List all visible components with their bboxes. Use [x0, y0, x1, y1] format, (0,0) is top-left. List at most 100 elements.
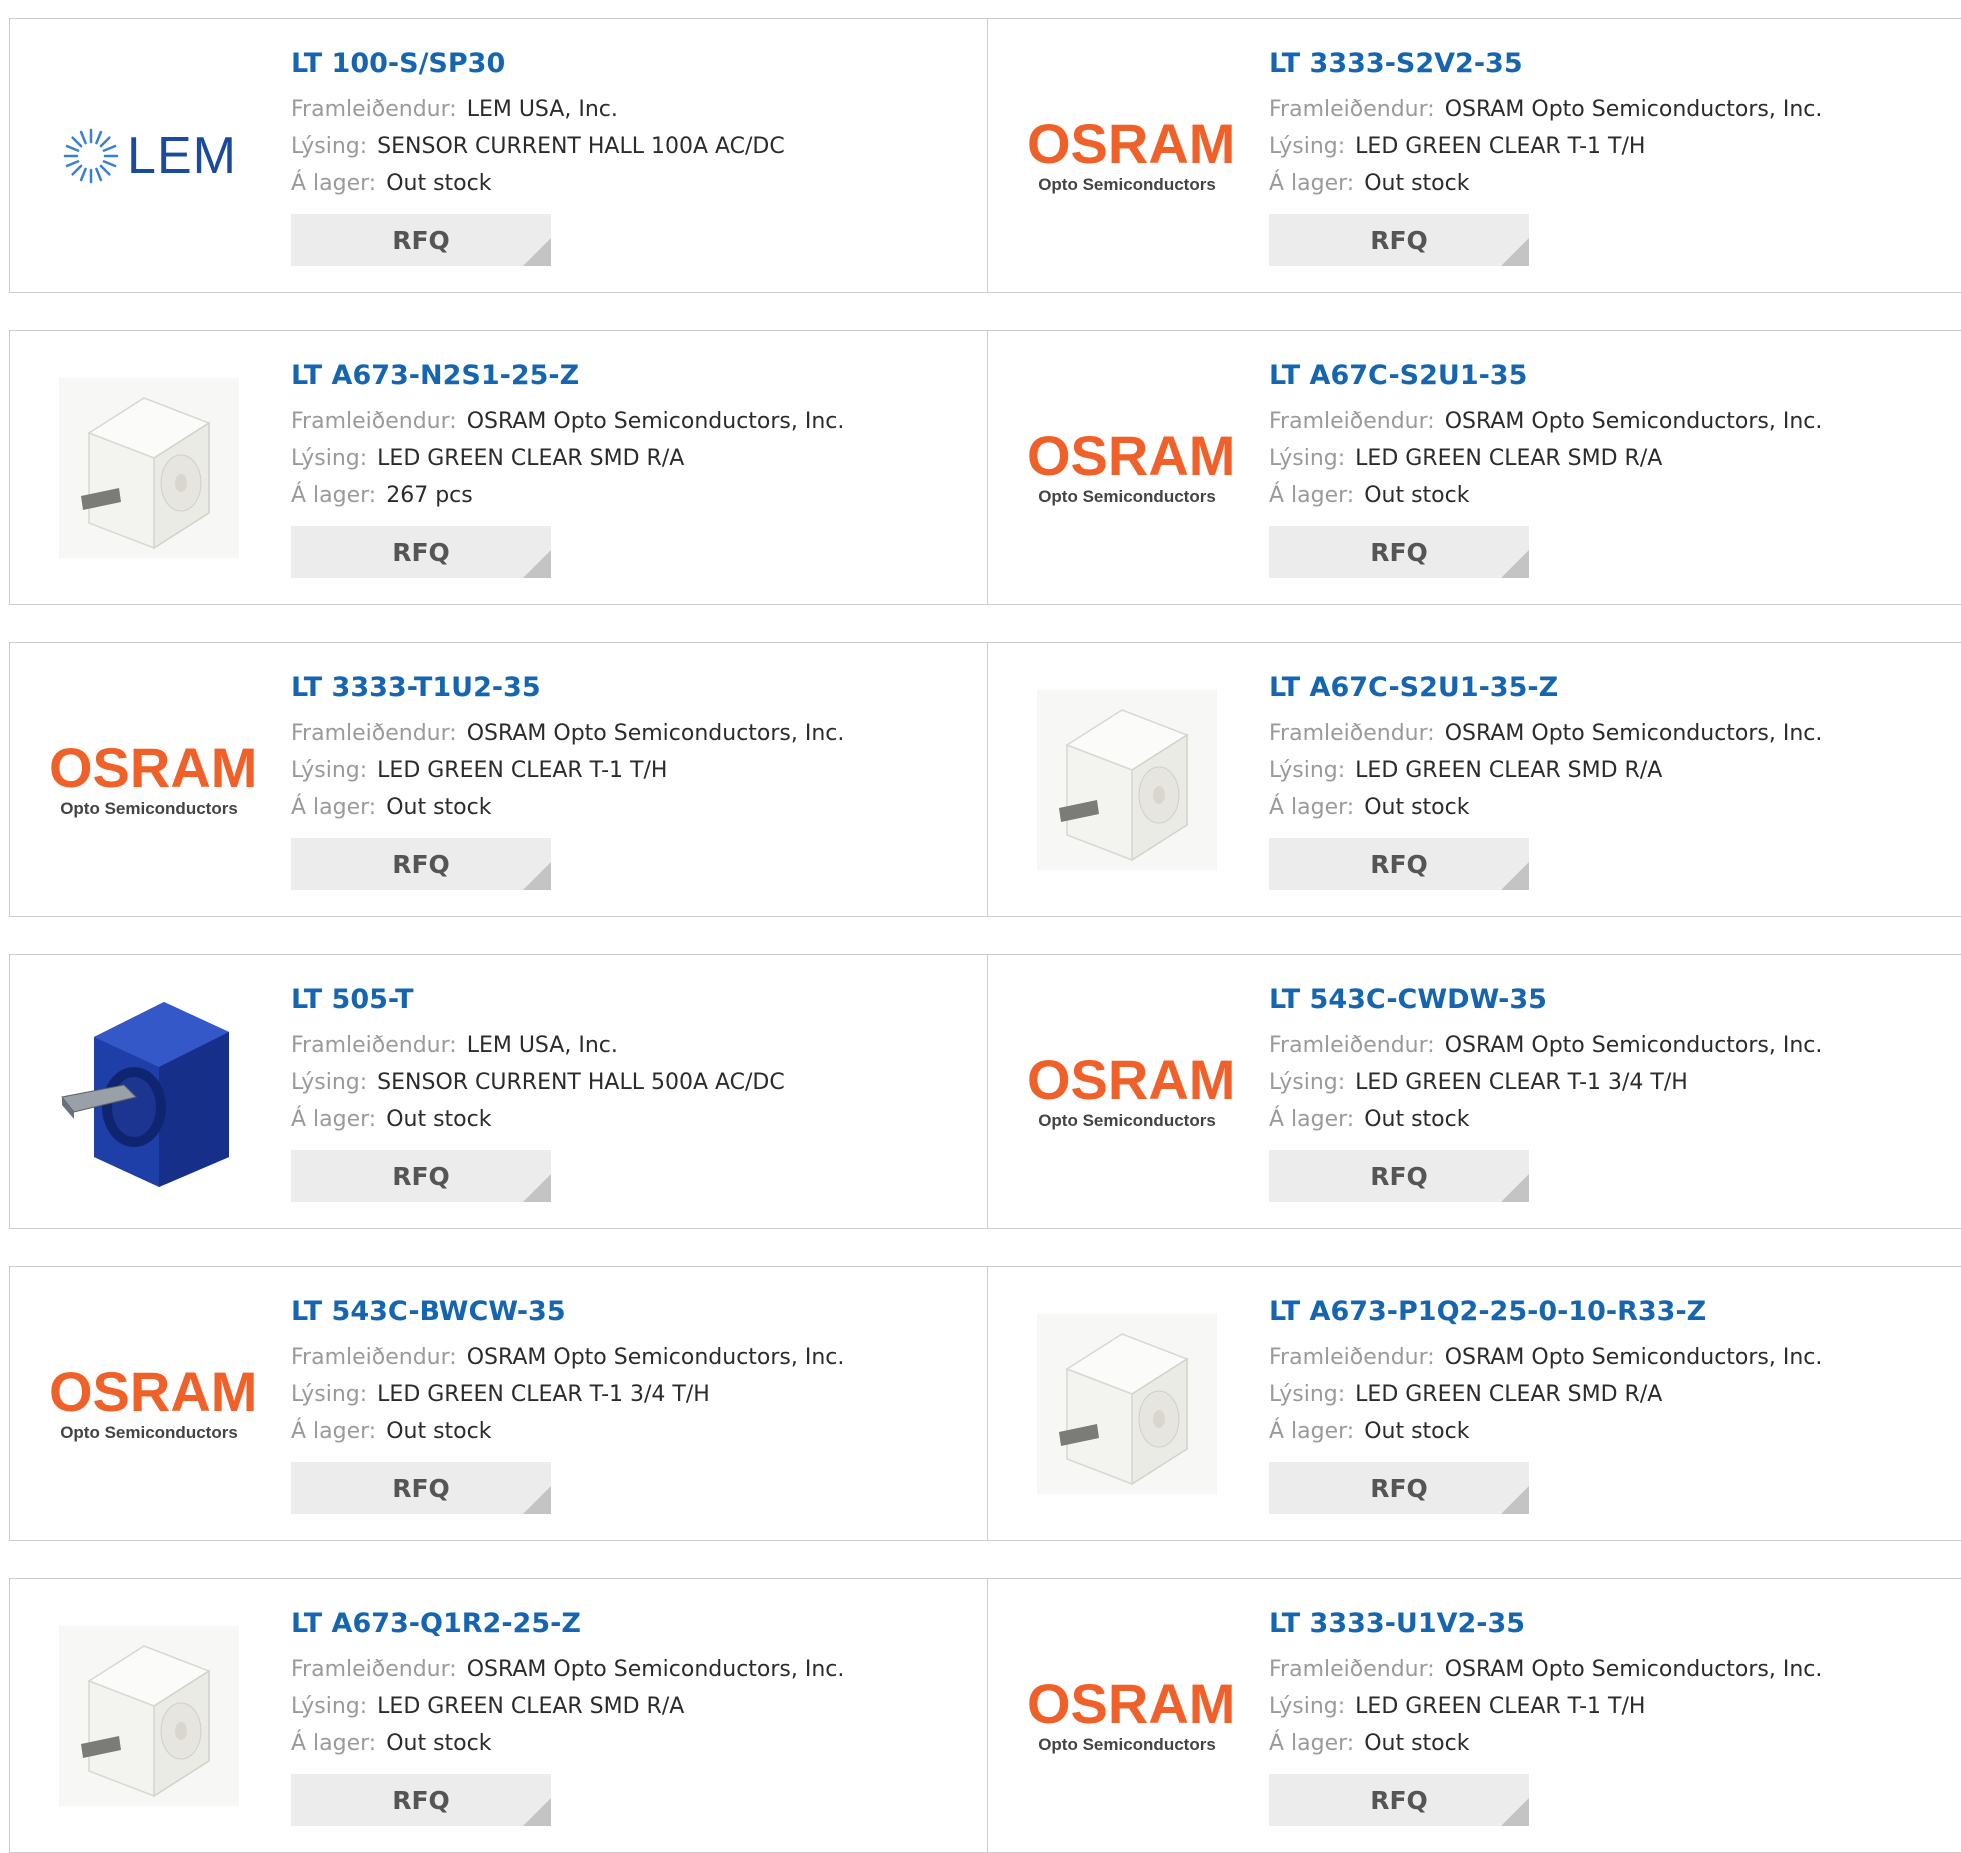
rfq-button[interactable]: RFQ — [1269, 214, 1529, 266]
stock-label: Á lager: — [291, 1731, 377, 1756]
manufacturer-label: Framleiðendur: — [291, 97, 457, 122]
product-title-link[interactable]: LT A67C-S2U1-35-Z — [1269, 671, 1822, 705]
description-label: Lýsing: — [1269, 1070, 1346, 1095]
description-line: Lýsing: LED GREEN CLEAR SMD R/A — [1269, 1376, 1822, 1413]
manufacturer-label: Framleiðendur: — [1269, 97, 1435, 122]
stock-label: Á lager: — [291, 1107, 377, 1132]
product-thumbnail[interactable] — [1027, 1304, 1227, 1504]
description-label: Lýsing: — [1269, 1382, 1346, 1407]
product-title-link[interactable]: LT 3333-U1V2-35 — [1269, 1607, 1822, 1641]
product-title-link[interactable]: LT A673-P1Q2-25-0-10-R33-Z — [1269, 1295, 1822, 1329]
product-title-link[interactable]: LT A673-N2S1-25-Z — [291, 359, 844, 393]
stock-label: Á lager: — [1269, 171, 1355, 196]
description-label: Lýsing: — [1269, 134, 1346, 159]
corner-fold-icon — [523, 1798, 551, 1826]
product-row: OSRAM Opto Semiconductors LT 543C-BWCW-3… — [9, 1266, 1961, 1541]
manufacturer-value: OSRAM Opto Semiconductors, Inc. — [1444, 409, 1823, 434]
product-thumbnail[interactable]: OSRAM Opto Semiconductors — [1027, 1616, 1236, 1816]
description-label: Lýsing: — [291, 134, 368, 159]
product-info: LT 100-S/SP30 Framleiðendur: LEM USA, Inc… — [291, 47, 785, 266]
rfq-button[interactable]: RFQ — [1269, 838, 1529, 890]
rfq-label: RFQ — [392, 849, 450, 879]
product-thumbnail[interactable]: OSRAM Opto Semiconductors — [1027, 992, 1236, 1192]
osram-logo: OSRAM Opto Semiconductors — [1027, 1048, 1236, 1131]
stock-value: Out stock — [1364, 483, 1470, 508]
osram-logo: OSRAM Opto Semiconductors — [1027, 424, 1236, 507]
description-value: LED GREEN CLEAR SMD R/A — [1355, 758, 1663, 783]
corner-fold-icon — [523, 238, 551, 266]
stock-line: Á lager: 267 pcs — [291, 477, 844, 514]
stock-line: Á lager: Out stock — [1269, 165, 1822, 202]
description-value: LED GREEN CLEAR SMD R/A — [1355, 1382, 1663, 1407]
product-card: LEM LT 100-S/SP30 Framleiðendur: LEM USA,… — [10, 19, 987, 292]
current-sensor-image — [54, 997, 244, 1187]
rfq-button[interactable]: RFQ — [1269, 1462, 1529, 1514]
rfq-label: RFQ — [1370, 1785, 1428, 1815]
manufacturer-line: Framleiðendur: OSRAM Opto Semiconductors,… — [1269, 715, 1822, 752]
manufacturer-label: Framleiðendur: — [291, 1345, 457, 1370]
description-line: Lýsing: LED GREEN CLEAR SMD R/A — [1269, 752, 1822, 789]
description-value: LED GREEN CLEAR T-1 T/H — [1355, 1694, 1646, 1719]
manufacturer-label: Framleiðendur: — [1269, 1345, 1435, 1370]
stock-label: Á lager: — [1269, 1731, 1355, 1756]
osram-logo: OSRAM Opto Semiconductors — [1027, 1672, 1236, 1755]
description-value: SENSOR CURRENT HALL 500A AC/DC — [377, 1070, 785, 1095]
product-title-link[interactable]: LT 543C-BWCW-35 — [291, 1295, 844, 1329]
rfq-button[interactable]: RFQ — [291, 838, 551, 890]
product-thumbnail[interactable]: LEM — [49, 56, 249, 256]
description-label: Lýsing: — [1269, 446, 1346, 471]
product-title-link[interactable]: LT 3333-S2V2-35 — [1269, 47, 1822, 81]
corner-fold-icon — [523, 550, 551, 578]
product-thumbnail[interactable]: OSRAM Opto Semiconductors — [49, 680, 257, 880]
product-info: LT A67C-S2U1-35-Z Framleiðendur: OSRAM Op… — [1269, 671, 1822, 890]
product-title-link[interactable]: LT 543C-CWDW-35 — [1269, 983, 1822, 1017]
product-row: LT 505-T Framleiðendur: LEM USA, Inc. Lýs… — [9, 954, 1961, 1229]
rfq-button[interactable]: RFQ — [1269, 1150, 1529, 1202]
rfq-button[interactable]: RFQ — [291, 1774, 551, 1826]
product-thumbnail[interactable]: OSRAM Opto Semiconductors — [49, 1304, 257, 1504]
manufacturer-value: OSRAM Opto Semiconductors, Inc. — [466, 1657, 845, 1682]
product-thumbnail[interactable] — [1027, 680, 1227, 880]
corner-fold-icon — [1501, 1798, 1529, 1826]
rfq-button[interactable]: RFQ — [291, 1462, 551, 1514]
rfq-button[interactable]: RFQ — [1269, 1774, 1529, 1826]
stock-label: Á lager: — [291, 483, 377, 508]
description-label: Lýsing: — [291, 758, 368, 783]
stock-value: Out stock — [386, 1419, 492, 1444]
product-thumbnail[interactable]: OSRAM Opto Semiconductors — [1027, 56, 1236, 256]
product-row: OSRAM Opto Semiconductors LT 3333-T1U2-3… — [9, 642, 1961, 917]
product-title-link[interactable]: LT A67C-S2U1-35 — [1269, 359, 1822, 393]
corner-fold-icon — [1501, 1486, 1529, 1514]
description-line: Lýsing: LED GREEN CLEAR T-1 T/H — [291, 752, 844, 789]
rfq-button[interactable]: RFQ — [291, 214, 551, 266]
rfq-button[interactable]: RFQ — [291, 1150, 551, 1202]
description-label: Lýsing: — [1269, 758, 1346, 783]
product-info: LT A673-Q1R2-25-Z Framleiðendur: OSRAM Op… — [291, 1607, 844, 1826]
description-label: Lýsing: — [291, 1694, 368, 1719]
rfq-label: RFQ — [392, 1473, 450, 1503]
product-thumbnail[interactable] — [49, 992, 249, 1192]
product-title-link[interactable]: LT 100-S/SP30 — [291, 47, 785, 81]
manufacturer-value: OSRAM Opto Semiconductors, Inc. — [1444, 1033, 1823, 1058]
rfq-button[interactable]: RFQ — [291, 526, 551, 578]
product-title-link[interactable]: LT 3333-T1U2-35 — [291, 671, 844, 705]
product-title-link[interactable]: LT 505-T — [291, 983, 785, 1017]
corner-fold-icon — [523, 862, 551, 890]
product-card: LT A67C-S2U1-35-Z Framleiðendur: OSRAM Op… — [987, 643, 1961, 916]
product-thumbnail[interactable] — [49, 1616, 249, 1816]
description-value: LED GREEN CLEAR SMD R/A — [1355, 446, 1663, 471]
manufacturer-value: OSRAM Opto Semiconductors, Inc. — [466, 1345, 845, 1370]
product-thumbnail[interactable]: OSRAM Opto Semiconductors — [1027, 368, 1236, 568]
stock-label: Á lager: — [1269, 795, 1355, 820]
product-thumbnail[interactable] — [49, 368, 249, 568]
manufacturer-line: Framleiðendur: OSRAM Opto Semiconductors,… — [291, 1651, 844, 1688]
corner-fold-icon — [523, 1486, 551, 1514]
osram-logo: OSRAM Opto Semiconductors — [1027, 112, 1236, 195]
manufacturer-value: OSRAM Opto Semiconductors, Inc. — [1444, 97, 1823, 122]
rfq-button[interactable]: RFQ — [1269, 526, 1529, 578]
description-line: Lýsing: LED GREEN CLEAR T-1 3/4 T/H — [291, 1376, 844, 1413]
product-title-link[interactable]: LT A673-Q1R2-25-Z — [291, 1607, 844, 1641]
product-card: LT A673-N2S1-25-Z Framleiðendur: OSRAM Op… — [10, 331, 987, 604]
manufacturer-label: Framleiðendur: — [1269, 721, 1435, 746]
manufacturer-line: Framleiðendur: OSRAM Opto Semiconductors,… — [1269, 403, 1822, 440]
